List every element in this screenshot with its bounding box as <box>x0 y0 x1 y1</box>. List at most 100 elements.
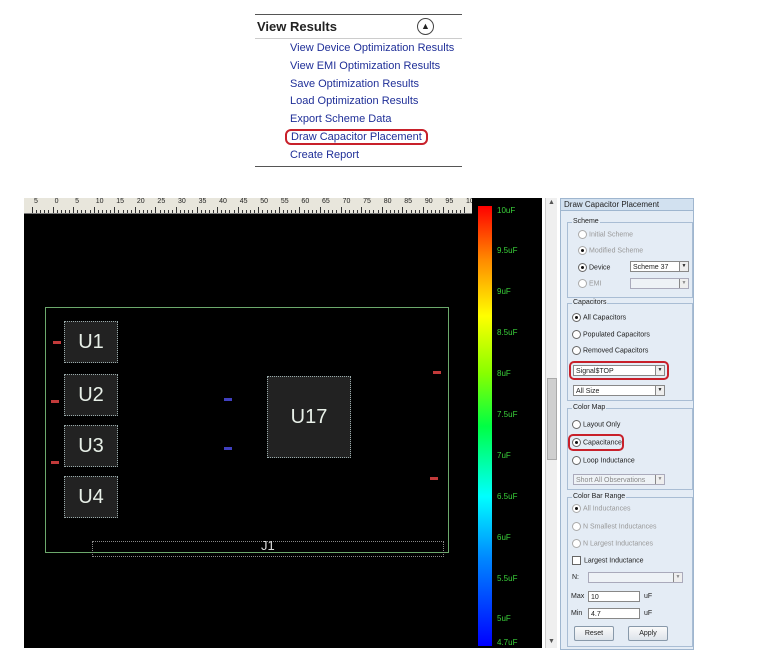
ruler-minor-tick <box>101 210 103 213</box>
color-bar-label: 8uF <box>497 369 511 378</box>
view-emi-optimization-results-link[interactable]: View EMI Optimization Results <box>290 60 440 72</box>
emi-scheme-select[interactable]: ▼ <box>630 278 689 289</box>
ruler-label: 10 <box>95 198 104 205</box>
ruler-label: 30 <box>178 198 186 205</box>
ruler-major-tick <box>114 207 116 213</box>
capacitor[interactable] <box>53 341 61 344</box>
chevron-down-icon: ▼ <box>679 262 688 271</box>
ruler-minor-tick <box>266 210 268 213</box>
view-device-optimization-results-link[interactable]: View Device Optimization Results <box>290 42 454 54</box>
chip-u2[interactable]: U2 <box>64 374 118 416</box>
vertical-scrollbar[interactable]: ▲ ▼ <box>545 198 557 648</box>
ruler-major-tick <box>134 207 136 213</box>
capacitor[interactable] <box>51 461 59 464</box>
layout-only-radio[interactable]: Layout Only <box>572 420 620 429</box>
n-label: N: <box>572 574 579 581</box>
n-select[interactable]: ▼ <box>588 572 683 583</box>
initial-scheme-radio[interactable]: Initial Scheme <box>578 230 633 239</box>
ruler-major-tick <box>381 207 383 213</box>
device-radio[interactable]: Device <box>578 263 610 272</box>
ruler-major-tick <box>443 207 445 213</box>
ruler-label: 40 <box>219 198 227 205</box>
chevron-down-icon: ▼ <box>673 573 682 582</box>
initial-scheme-label: Initial Scheme <box>589 231 633 239</box>
create-report-link[interactable]: Create Report <box>290 149 359 161</box>
color-bar-label: 6.5uF <box>497 492 518 501</box>
removed-capacitors-radio[interactable]: Removed Capacitors <box>572 346 648 355</box>
chevron-down-icon: ▼ <box>655 386 664 395</box>
chevron-up-icon[interactable]: ▲ <box>417 18 434 35</box>
ruler-minor-tick <box>291 210 293 213</box>
populated-capacitors-label: Populated Capacitors <box>583 331 650 339</box>
emi-label: EMI <box>589 280 602 288</box>
view-results-panel: View Results ▲ View Device Optimization … <box>255 14 462 167</box>
chip-u4[interactable]: U4 <box>64 476 118 518</box>
device-scheme-select[interactable]: Scheme 37 ▼ <box>630 261 689 272</box>
modified-scheme-radio[interactable]: Modified Scheme <box>578 246 643 255</box>
chip-u17[interactable]: U17 <box>267 376 351 458</box>
layout-only-label: Layout Only <box>583 421 621 429</box>
ruler-label: 50 <box>260 198 269 205</box>
ruler-minor-tick <box>138 210 140 213</box>
reset-button[interactable]: Reset <box>574 626 614 641</box>
capacitor[interactable] <box>51 400 59 403</box>
ruler-major-tick <box>464 207 465 213</box>
observations-value: Short All Observations <box>576 477 646 484</box>
all-capacitors-radio[interactable]: All Capacitors <box>572 313 626 322</box>
capacitance-highlight <box>568 434 624 451</box>
size-select[interactable]: All Size ▼ <box>573 385 665 396</box>
ruler-major-tick <box>73 207 75 213</box>
size-value: All Size <box>576 388 600 395</box>
ruler-minor-tick <box>377 210 379 213</box>
capacitor[interactable] <box>224 447 232 450</box>
min-input[interactable]: 4.7 <box>588 608 640 619</box>
draw-capacitor-placement-link[interactable]: Draw Capacitor Placement <box>285 129 428 145</box>
capacitor[interactable] <box>224 398 232 401</box>
n-largest-inductances-radio[interactable]: N Largest Inductances <box>572 539 653 548</box>
draw-capacitor-placement-panel: Draw Capacitor Placement Scheme Initial … <box>560 198 694 650</box>
modified-scheme-label: Modified Scheme <box>589 247 644 255</box>
ruler-minor-tick <box>418 210 420 213</box>
connector-j1[interactable]: J1 <box>92 538 444 557</box>
color-bar <box>478 206 492 646</box>
ruler-minor-tick <box>44 210 46 213</box>
save-optimization-results-link[interactable]: Save Optimization Results <box>290 78 419 90</box>
scroll-down-icon[interactable]: ▼ <box>548 638 555 645</box>
populated-capacitors-radio[interactable]: Populated Capacitors <box>572 330 650 339</box>
observations-select[interactable]: Short All Observations ▼ <box>573 474 665 485</box>
largest-inductance-label: Largest Inductance <box>584 557 644 565</box>
ruler-label: 20 <box>136 198 145 205</box>
apply-button[interactable]: Apply <box>628 626 668 641</box>
all-inductances-radio[interactable]: All Inductances <box>572 504 630 513</box>
view-results-title: View Results <box>257 19 337 34</box>
loop-inductance-radio[interactable]: Loop Inductance <box>572 456 635 465</box>
n-smallest-inductances-radio[interactable]: N Smallest Inductances <box>572 522 657 531</box>
load-optimization-results-link[interactable]: Load Optimization Results <box>290 95 418 107</box>
color-bar-label: 9uF <box>497 287 511 296</box>
ruler-minor-tick <box>410 210 412 213</box>
export-scheme-data-link[interactable]: Export Scheme Data <box>290 113 392 125</box>
max-input[interactable]: 10 <box>588 591 640 602</box>
pcb-layout-canvas[interactable]: U1 U2 U3 U4 U17 J1 <box>24 214 472 648</box>
min-label: Min <box>571 610 583 617</box>
ruler-minor-tick <box>60 210 62 213</box>
capacitor[interactable] <box>433 371 441 374</box>
scroll-up-icon[interactable]: ▲ <box>548 199 555 206</box>
horizontal-ruler: 5051015202530354045505560657075808590951… <box>24 198 478 214</box>
ruler-minor-tick <box>348 210 350 213</box>
ruler-label: 35 <box>198 198 207 205</box>
ruler-major-tick <box>155 207 157 213</box>
all-capacitors-label: All Capacitors <box>583 314 627 322</box>
largest-inductance-checkbox[interactable]: Largest Inductance <box>572 556 644 565</box>
ruler-label: 75 <box>363 198 371 205</box>
ruler-minor-tick <box>225 210 227 213</box>
scrollbar-thumb[interactable] <box>547 378 557 460</box>
chip-u1[interactable]: U1 <box>64 321 118 363</box>
color-bar-label: 9.5uF <box>497 246 518 255</box>
chip-u3[interactable]: U3 <box>64 425 118 467</box>
ruler-minor-tick <box>163 210 165 213</box>
emi-radio[interactable]: EMI <box>578 279 601 288</box>
ruler-minor-tick <box>64 210 66 213</box>
ruler-minor-tick <box>459 210 461 213</box>
capacitor[interactable] <box>430 477 438 480</box>
